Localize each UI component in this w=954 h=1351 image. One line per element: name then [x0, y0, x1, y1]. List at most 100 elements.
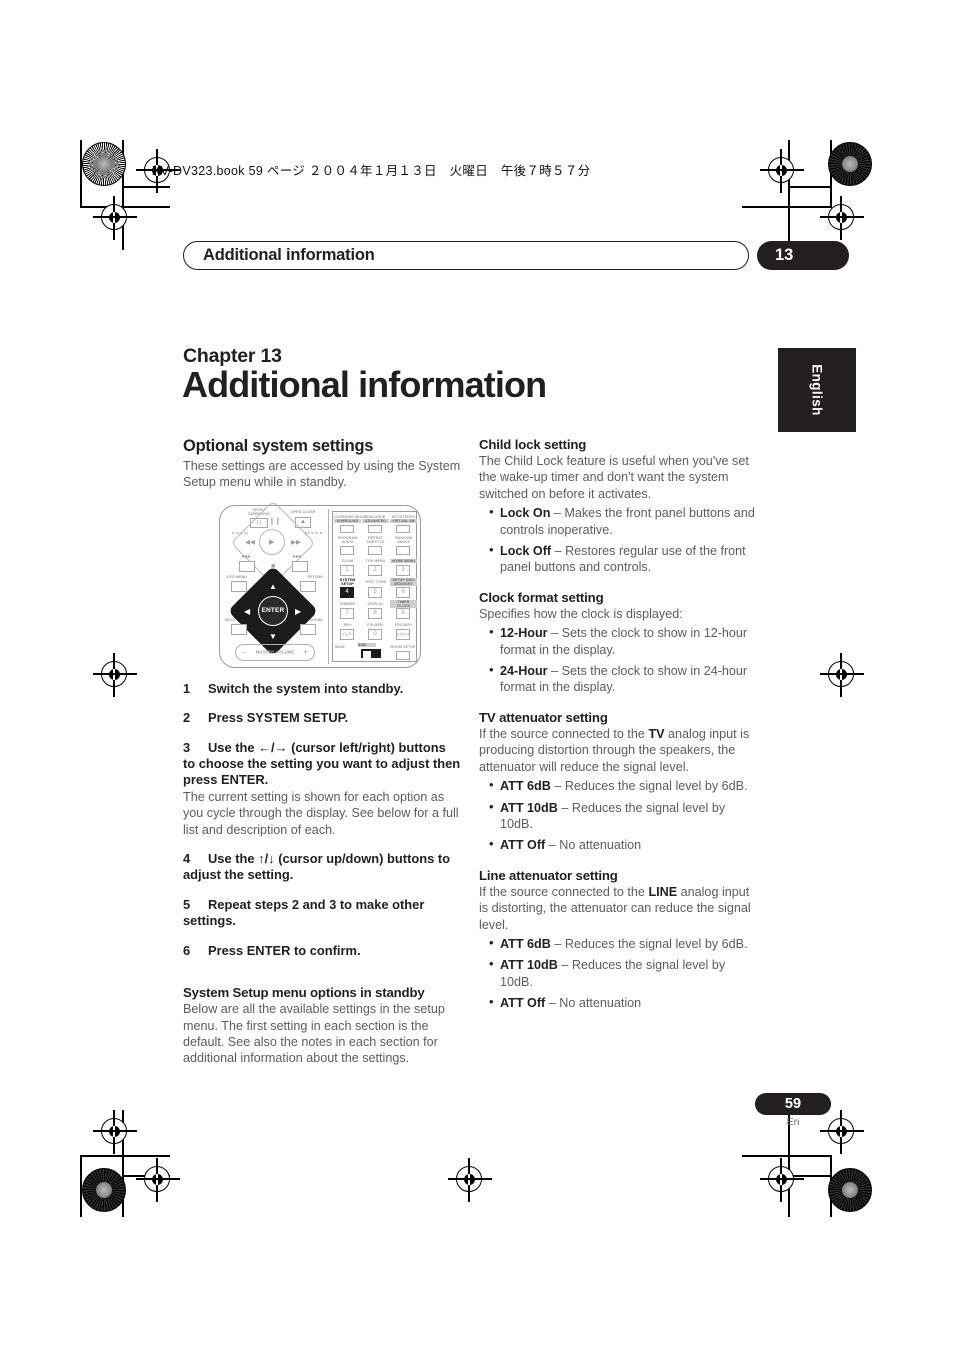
line-attenuator-body: If the source connected to the LINE anal… — [479, 884, 757, 933]
remote-label-system-setup: SYSTEM SETUP — [334, 577, 361, 587]
remote-label-dimmer: DIMMER — [339, 601, 356, 606]
remote-advanced-button[interactable] — [368, 524, 382, 533]
remote-number-9-button[interactable]: 9 — [396, 607, 410, 619]
remote-number-6-label: 6 — [401, 589, 405, 596]
procedure-step: 4 Use the ↑/↓ (cursor up/down) buttons to… — [183, 851, 461, 884]
remote-subtitle-button[interactable] — [368, 545, 382, 555]
remote-previous-button[interactable] — [239, 560, 255, 572]
list-item: Lock On – Makes the front panel buttons … — [489, 504, 757, 538]
remote-surround-mode-button[interactable] — [340, 524, 354, 533]
volume-down-icon[interactable]: – — [242, 648, 246, 657]
play-icon: ▶ — [269, 538, 275, 546]
step-number: 4 — [183, 851, 191, 867]
main-sub-slider[interactable] — [361, 648, 381, 658]
remote-number-9-label: 9 — [401, 610, 405, 617]
child-lock-heading: Child lock setting — [479, 437, 587, 452]
cursor-up-icon: ▲ — [269, 581, 277, 591]
body-pre: If the source connected to the — [479, 884, 649, 899]
language-tab: English — [778, 348, 856, 432]
child-lock-options: Lock On – Makes the front panel buttons … — [479, 504, 757, 576]
body-bold-term: TV — [648, 726, 665, 741]
step-text: Switch the system into standby. — [208, 680, 404, 696]
remote-label-setup-navi: SETUP NAVI MIDNIGHT — [390, 577, 417, 587]
remote-room-setup-button[interactable] — [396, 650, 410, 660]
child-lock-body: The Child Lock feature is useful when yo… — [479, 454, 749, 501]
remote-enter-key-button[interactable]: ENTER — [396, 628, 411, 640]
remote-number-0-button[interactable]: 0 — [368, 628, 382, 640]
step-text: Use the ←/→ (cursor left/right) buttons … — [183, 739, 461, 788]
option-term: Lock On — [500, 506, 551, 521]
clock-format-body: Specifies how the clock is displayed: — [479, 606, 683, 621]
option-term: Lock Off — [500, 544, 552, 559]
density-target-icon — [828, 1168, 872, 1212]
remote-number-1-button[interactable]: 1 — [340, 564, 354, 576]
right-column: Child lock setting The Child Lock featur… — [479, 437, 757, 1017]
remote-next-button[interactable] — [292, 560, 308, 572]
list-item: ATT Off – No attenuation — [489, 836, 757, 853]
remote-virtual-sb-button[interactable] — [396, 524, 410, 533]
list-item: ATT 6dB – Reduces the signal level by 6d… — [489, 777, 757, 794]
remote-label-display: DISPLAY — [367, 601, 384, 606]
volume-up-icon[interactable]: + — [303, 648, 308, 657]
option-term: ATT 10dB — [500, 958, 558, 973]
step-number: 3 — [183, 739, 191, 755]
crop-line — [788, 186, 832, 188]
remote-label-mute: MUTE — [225, 617, 236, 622]
remote-label-test-tone: TEST TONE — [364, 579, 386, 584]
standby-options-heading: System Setup menu options in standby — [183, 985, 425, 1001]
registration-mark-icon — [136, 1158, 180, 1202]
procedure-step: 6 Press ENTER to confirm. — [183, 943, 461, 959]
remote-label-open-close: OPEN CLOSE — [290, 509, 316, 514]
step-number: 2 — [183, 710, 191, 726]
remote-main-sub-switch[interactable] — [343, 642, 389, 658]
remote-number-3-button[interactable]: 3 — [396, 564, 410, 576]
option-term: ATT 6dB — [500, 936, 551, 951]
remote-number-2-label: 2 — [373, 567, 377, 574]
remote-return-button[interactable] — [300, 580, 316, 592]
option-desc: – No attenuation — [545, 996, 642, 1011]
option-term: ATT 6dB — [500, 779, 551, 794]
remote-number-8-button[interactable]: 8 — [368, 607, 382, 619]
line-attenuator-options: ATT 6dB – Reduces the signal level by 6d… — [479, 935, 757, 1012]
remote-number-6-button[interactable]: 6 — [396, 586, 410, 598]
list-item: ATT 10dB – Reduces the signal level by 1… — [489, 956, 757, 990]
remote-dvd-menu-button[interactable] — [231, 580, 247, 592]
crop-line — [788, 140, 790, 250]
remote-number-2-button[interactable]: 2 — [368, 564, 382, 576]
step-note: The current setting is shown for each op… — [183, 789, 459, 837]
tv-attenuator-body: If the source connected to the TV analog… — [479, 726, 757, 775]
option-term: ATT Off — [500, 838, 546, 853]
registration-mark-icon — [820, 1110, 864, 1154]
remote-label-home-menu: HOME MENU — [390, 558, 417, 564]
language-tab-label: English — [809, 364, 825, 416]
remote-label-return: RETURN — [307, 574, 323, 579]
remote-number-7-button[interactable]: 7 — [340, 607, 354, 619]
remote-master-volume[interactable]: – MASTER VOLUME + — [235, 643, 315, 661]
remote-mute-button[interactable] — [231, 623, 247, 635]
remote-system-setup-button[interactable]: 4 — [340, 586, 354, 598]
remote-angle-button[interactable] — [396, 545, 410, 555]
procedure-step: 5 Repeat steps 2 and 3 to make other sett… — [183, 897, 461, 930]
remote-number-5-button[interactable]: 5 — [368, 586, 382, 598]
remote-sound-button[interactable] — [300, 623, 316, 635]
book-slug-line: XV-DV323.book 59 ページ ２００４年１月１３日 火曜日 午後７時… — [152, 164, 591, 178]
remote-label-prev-scan: ◄◄/◄◄) — [231, 530, 249, 535]
optional-system-settings-intro: These settings are accessed by using the… — [183, 459, 461, 490]
clock-format-heading: Clock format setting — [479, 589, 604, 605]
remote-clear-button[interactable]: CLR — [340, 628, 354, 640]
standby-options-body: Below are all the available settings in … — [183, 1002, 445, 1066]
remote-keypad-panel: LISTENING MODE SURROUND DIALOGUE ADVANCE… — [332, 510, 417, 662]
list-item: Lock Off – Restores regular use of the f… — [489, 542, 757, 576]
procedure-step: 1 Switch the system into standby. — [183, 681, 461, 697]
option-term: ATT Off — [500, 996, 546, 1011]
list-item: ATT 6dB – Reduces the signal level by 6d… — [489, 935, 757, 952]
step-text: Use the ↑/↓ (cursor up/down) buttons to … — [183, 851, 451, 883]
fast-forward-icon: ▶▶ — [291, 538, 301, 546]
remote-audio-button[interactable] — [340, 545, 354, 555]
registration-mark-icon — [93, 653, 137, 697]
tv-attenuator-heading: TV attenuator setting — [479, 709, 608, 725]
remote-enter-button[interactable]: ENTER — [258, 595, 288, 626]
crop-line — [80, 1155, 170, 1157]
remote-label-surround-mode: SURROUND — [334, 518, 361, 524]
remote-number-5-label: 5 — [373, 589, 377, 596]
